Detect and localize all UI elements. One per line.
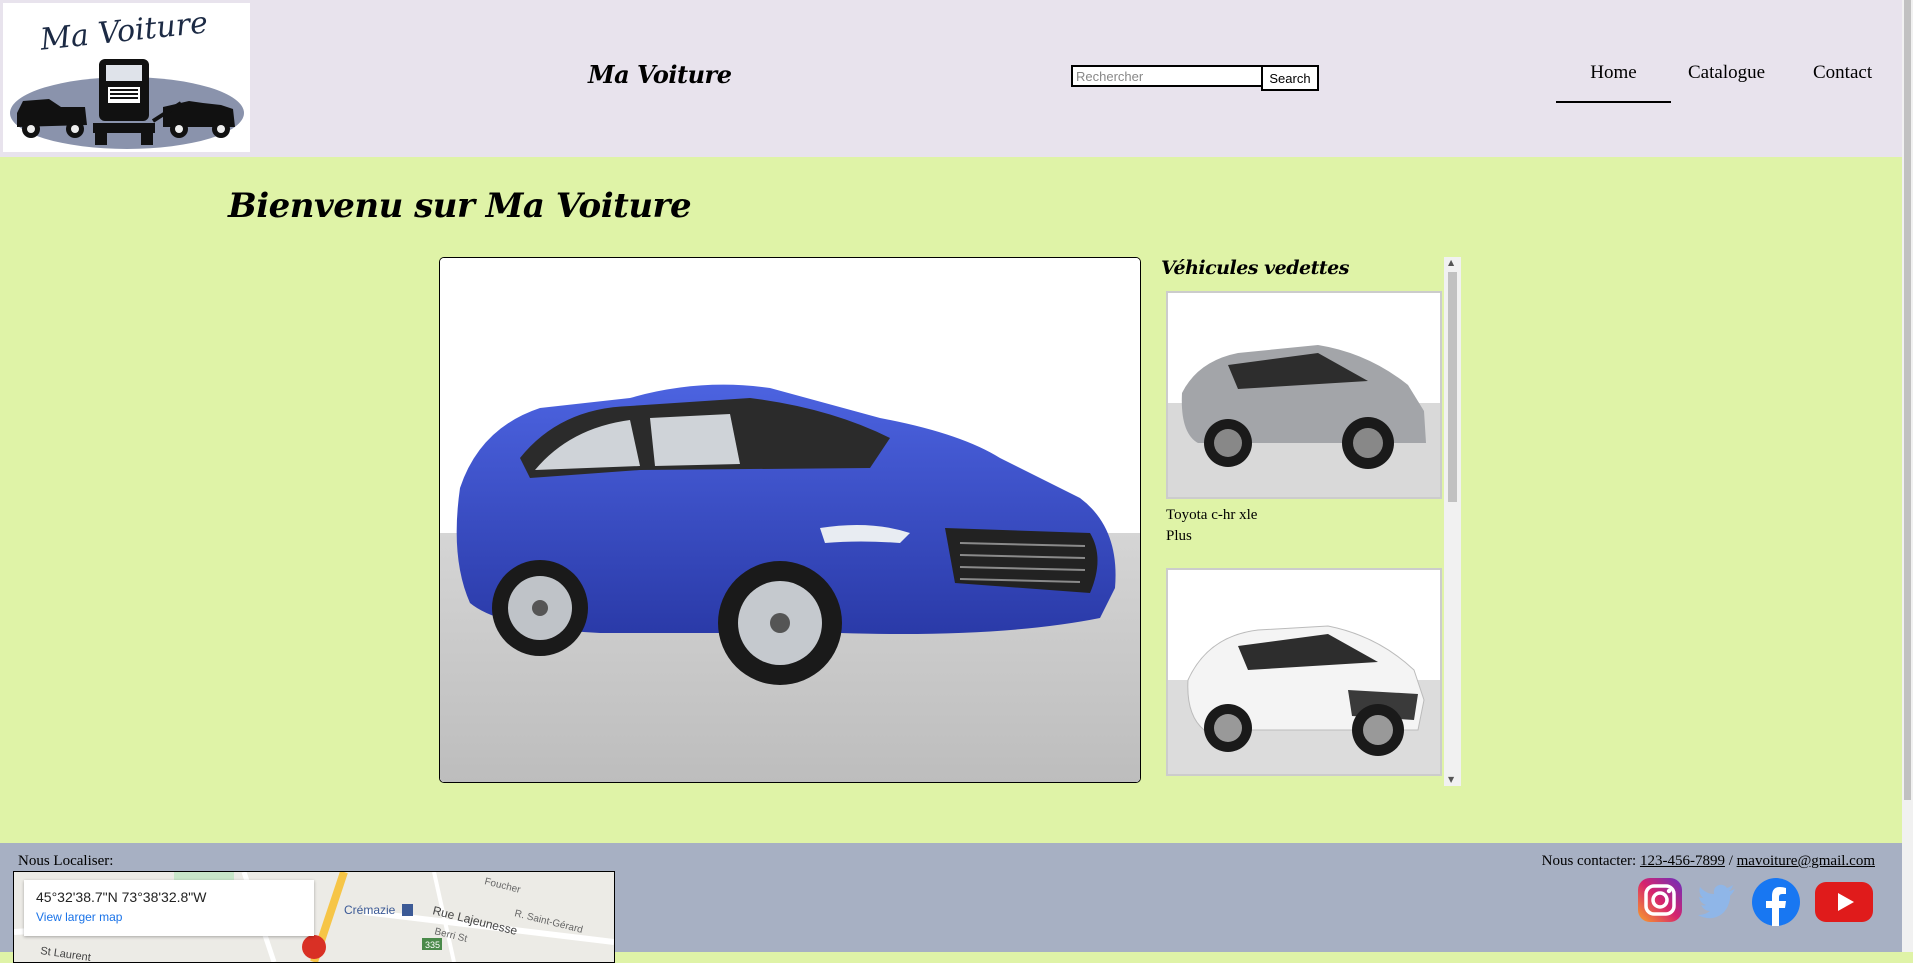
map-label-cremazie: Crémazie (344, 903, 396, 917)
twitter-icon[interactable] (1697, 883, 1737, 924)
brand-name: Ma Voiture (588, 60, 732, 89)
page-scrollbar-thumb[interactable] (1904, 0, 1911, 800)
search-button[interactable]: Search (1261, 65, 1319, 91)
search-form: Search (1071, 65, 1319, 91)
nav-catalogue[interactable]: Catalogue (1688, 62, 1765, 84)
nav-home[interactable]: Home (1556, 62, 1671, 103)
scroll-up-icon[interactable]: ▲ (1448, 258, 1454, 267)
featured-scrollbar[interactable]: ▲ ▼ (1444, 257, 1461, 786)
location-map[interactable]: Crémazie Rue Lajeunesse Berri St R. Sain… (13, 871, 615, 963)
map-route-badge: 335 (425, 940, 440, 950)
nav-contact-link[interactable]: Contact (1813, 62, 1872, 83)
vehicle-thumbnail[interactable] (1166, 568, 1442, 776)
page-scrollbar[interactable] (1902, 0, 1913, 952)
scroll-down-icon[interactable]: ▼ (1448, 775, 1454, 784)
nav-contact[interactable]: Contact (1813, 62, 1872, 84)
featured-vehicles: Véhicules vedettes Toyota c-hr xle Plus (1155, 257, 1460, 786)
logo-text: Ma Voiture (38, 5, 210, 57)
map-coordinates: 45°32'38.7"N 73°38'32.8"W (36, 889, 207, 905)
social-links (1627, 877, 1873, 927)
site-footer: Nous Localiser: Crémazie Rue Lajeunesse … (0, 843, 1902, 963)
location-label: Nous Localiser: (18, 853, 114, 869)
contact-info: Nous contacter: 123-456-7899 / mavoiture… (1542, 853, 1875, 870)
instagram-icon[interactable] (1637, 877, 1683, 928)
phone-link[interactable]: 123-456-7899 (1640, 853, 1725, 869)
email-link[interactable]: mavoiture@gmail.com (1737, 853, 1875, 869)
hero-car-image (439, 257, 1141, 783)
vehicle-thumbnail[interactable] (1166, 291, 1442, 499)
site-logo[interactable]: Ma Voiture (3, 3, 250, 152)
facebook-icon[interactable] (1751, 877, 1801, 932)
featured-card[interactable]: Toyota c-hr xle Plus (1166, 291, 1442, 545)
contact-label: Nous contacter: (1541, 853, 1637, 869)
contact-separator: / (1728, 853, 1733, 869)
search-input[interactable] (1071, 65, 1265, 87)
page-title: Bienvenu sur Ma Voiture (228, 186, 692, 226)
view-larger-map-link[interactable]: View larger map (36, 910, 122, 924)
scrollbar-thumb[interactable] (1448, 272, 1457, 502)
nav-catalogue-link[interactable]: Catalogue (1688, 62, 1765, 83)
site-header: Ma Voiture Ma Voiture Search Home Catalo… (0, 0, 1902, 157)
youtube-icon[interactable] (1815, 882, 1873, 927)
map-info-card: 45°32'38.7"N 73°38'32.8"W View larger ma… (24, 880, 314, 936)
featured-heading: Véhicules vedettes (1161, 257, 1349, 279)
vehicle-name: Toyota c-hr xle (1166, 507, 1258, 523)
vehicle-more-link[interactable]: Plus (1166, 528, 1442, 545)
nav-home-link[interactable]: Home (1590, 62, 1636, 83)
featured-card[interactable] (1166, 568, 1442, 784)
